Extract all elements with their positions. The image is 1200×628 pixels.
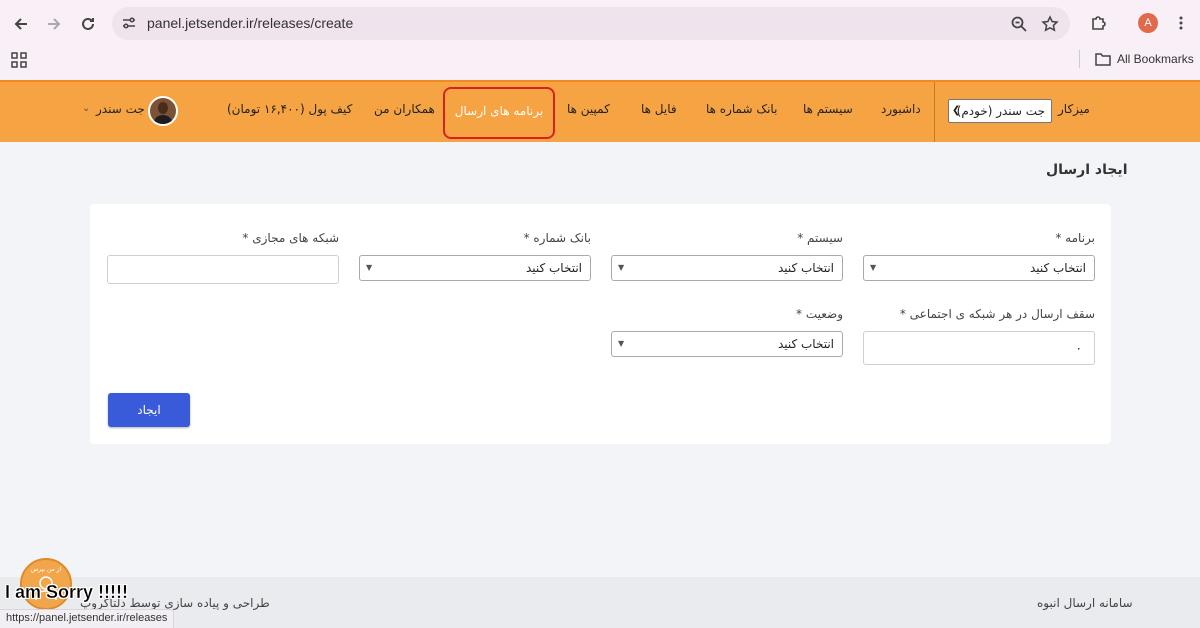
virtual-networks-label: شبکه های مجازی * xyxy=(242,231,339,245)
nav-send-programs[interactable]: برنامه های ارسال xyxy=(443,87,555,139)
bookmarks-bar: All Bookmarks xyxy=(0,44,1200,78)
bookmark-star-icon[interactable] xyxy=(1041,15,1059,33)
status-label: وضعیت * xyxy=(796,307,843,321)
send-cap-label: سقف ارسال در هر شبکه ی اجتماعی * xyxy=(899,307,1095,321)
status-select-value: انتخاب کنید xyxy=(777,337,834,351)
nav-send-programs-label: برنامه های ارسال xyxy=(454,104,544,118)
virtual-networks-input[interactable] xyxy=(107,255,339,284)
nav-wallet[interactable]: کیف پول (۱۶,۴۰۰ تومان) xyxy=(227,102,352,116)
user-avatar[interactable] xyxy=(148,96,178,126)
workspace-select[interactable]: جت سندر (خودم) ❯ xyxy=(948,99,1052,123)
menu-kebab-icon[interactable] xyxy=(1172,14,1190,32)
workspace-value: جت سندر (خودم) xyxy=(956,104,1045,118)
nav-colleagues[interactable]: همکاران من xyxy=(374,102,435,116)
number-bank-label: بانک شماره * xyxy=(523,231,591,245)
user-name[interactable]: جت سندر xyxy=(96,102,145,116)
status-select[interactable]: انتخاب کنید ▼ xyxy=(611,331,843,357)
program-select[interactable]: انتخاب کنید ▼ xyxy=(863,255,1095,281)
address-bar[interactable]: panel.jetsender.ir/releases/create xyxy=(112,7,1070,40)
status-bar-url: https://panel.jetsender.ir/releases xyxy=(0,609,175,628)
program-label: برنامه * xyxy=(1055,231,1095,245)
page-footer: سامانه ارسال انبوه طراحی و پیاده سازی تو… xyxy=(0,577,1200,628)
page-title: ایجاد ارسال xyxy=(1046,162,1128,178)
apps-grid-icon[interactable] xyxy=(11,52,27,68)
program-select-value: انتخاب کنید xyxy=(1029,261,1086,275)
caret-down-icon: ▼ xyxy=(366,263,373,272)
overlay-caption: I am Sorry !!!!! xyxy=(5,582,129,602)
navbar-divider xyxy=(934,82,935,142)
extensions-icon[interactable] xyxy=(1089,14,1107,32)
number-bank-select[interactable]: انتخاب کنید ▼ xyxy=(359,255,591,281)
nav-campaigns[interactable]: کمپین ها xyxy=(567,102,610,116)
nav-files[interactable]: فایل ها xyxy=(641,102,677,116)
send-cap-input[interactable]: ۰ xyxy=(863,331,1095,365)
footer-brand: سامانه ارسال انبوه xyxy=(1037,596,1133,610)
folder-icon[interactable] xyxy=(1095,52,1111,66)
forward-icon[interactable] xyxy=(42,12,66,36)
sticker-text: از من بپرس xyxy=(30,566,62,573)
site-settings-icon[interactable] xyxy=(120,14,138,32)
number-bank-select-value: انتخاب کنید xyxy=(525,261,582,275)
workspace-label: میزکار xyxy=(1058,102,1090,116)
bookmarks-divider xyxy=(1079,50,1080,68)
nav-number-banks[interactable]: بانک شماره ها xyxy=(706,102,777,116)
nav-systems[interactable]: سیستم ها xyxy=(803,102,853,116)
url-text[interactable]: panel.jetsender.ir/releases/create xyxy=(147,15,353,31)
create-button[interactable]: ایجاد xyxy=(108,393,190,427)
user-chevron-icon[interactable]: ⌄ xyxy=(82,103,90,114)
caret-down-icon: ▼ xyxy=(618,339,625,348)
browser-chrome: panel.jetsender.ir/releases/create A All… xyxy=(0,0,1200,80)
back-icon[interactable] xyxy=(9,12,33,36)
system-select-value: انتخاب کنید xyxy=(777,261,834,275)
caret-down-icon: ▼ xyxy=(618,263,625,272)
reload-icon[interactable] xyxy=(76,12,100,36)
chevron-down-icon: ❯ xyxy=(952,105,961,116)
system-select[interactable]: انتخاب کنید ▼ xyxy=(611,255,843,281)
caret-down-icon: ▼ xyxy=(870,263,877,272)
all-bookmarks-link[interactable]: All Bookmarks xyxy=(1117,52,1194,66)
zoom-icon[interactable] xyxy=(1010,15,1028,33)
system-label: سیستم * xyxy=(797,231,843,245)
app-navbar: میزکار جت سندر (خودم) ❯ داشبورد سیستم ها… xyxy=(0,80,1200,142)
profile-avatar[interactable]: A xyxy=(1138,13,1158,33)
nav-dashboard[interactable]: داشبورد xyxy=(881,102,921,116)
